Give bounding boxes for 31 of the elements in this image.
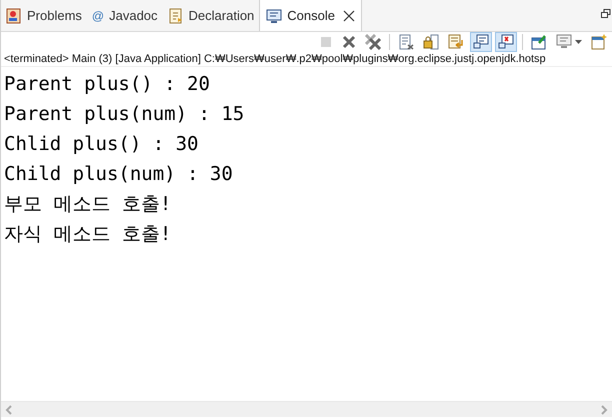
console-line: Chlid plus() : 30: [4, 132, 198, 157]
close-icon: [342, 35, 356, 49]
document-icon: [398, 34, 414, 50]
remove-all-button[interactable]: [362, 32, 384, 52]
monitor-icon: [473, 34, 489, 50]
panel-tab[interactable]: @ Javadoc: [86, 1, 163, 31]
console-line: 부모 메소드 호출!: [4, 192, 172, 217]
console-line: Parent plus(num) : 15: [4, 102, 244, 127]
panel-tab[interactable]: Declaration: [162, 1, 260, 31]
console-line: 자식 메소드 호출!: [4, 222, 172, 247]
pinned-window-icon: [531, 34, 547, 50]
double-x-icon: [365, 34, 381, 50]
monitor-icon: [266, 8, 282, 24]
error-monitor-icon: [498, 34, 514, 50]
new-window-icon: [591, 34, 607, 50]
panel-tab[interactable]: Console: [259, 0, 362, 31]
wrap-icon: [448, 34, 464, 50]
show-out-button[interactable]: [470, 32, 492, 52]
console-line: Child plus(num) : 30: [4, 162, 233, 187]
document-icon: [168, 8, 184, 24]
close-icon[interactable]: [343, 10, 355, 22]
process-label: <terminated> Main (3) [Java Application] C:₩Users₩user₩.p2₩pool₩plugins₩org.eclipse.justj.openjdk.hotsp: [3, 52, 547, 66]
show-err-button[interactable]: [495, 32, 517, 52]
panel-tab[interactable]: Problems: [1, 1, 87, 31]
problems-icon: [6, 8, 22, 24]
lock-icon: [423, 34, 439, 50]
at-sign-icon: @: [92, 7, 104, 25]
monitor-icon: [556, 34, 572, 50]
restore-icon[interactable]: [601, 9, 611, 19]
console-line: Parent plus() : 20: [4, 72, 210, 97]
stop-icon: [319, 35, 333, 49]
